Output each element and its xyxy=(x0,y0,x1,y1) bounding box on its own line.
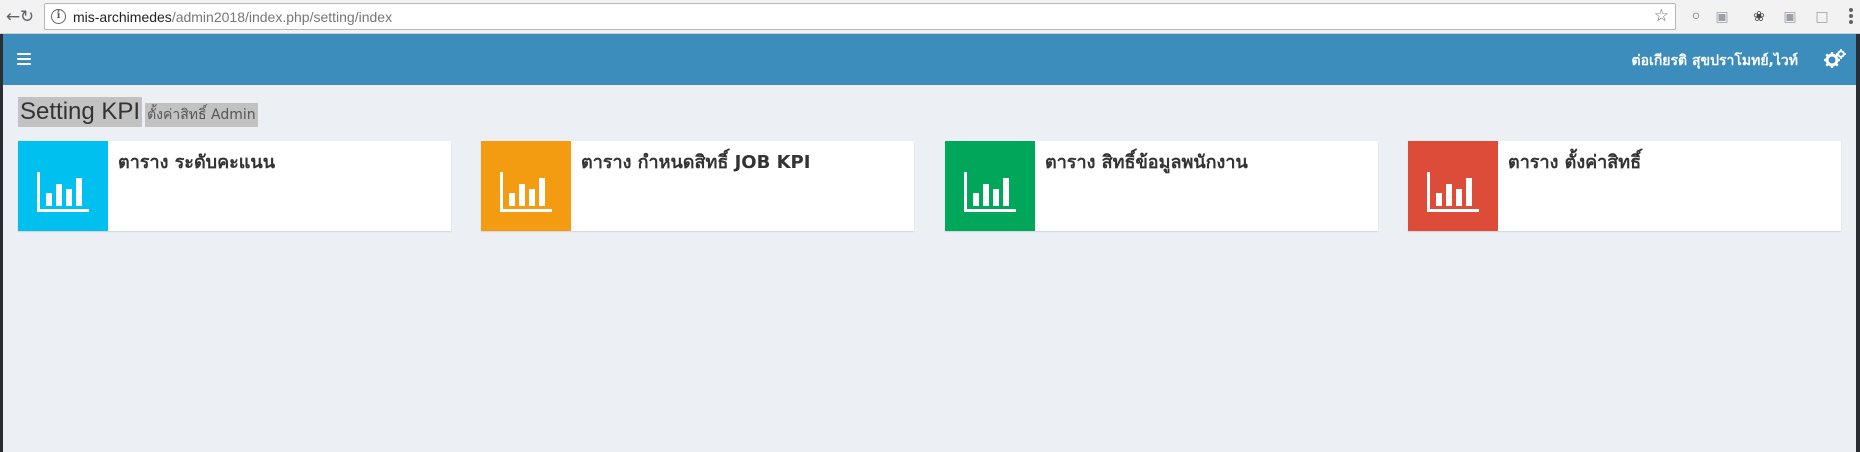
content-header: Setting KPI ตั้งค่าสิทธิ์ Admin xyxy=(18,97,258,129)
url-text[interactable]: mis-archimedes/admin2018/index.php/setti… xyxy=(73,9,392,25)
bar-chart-icon xyxy=(964,172,1016,212)
info-box-icon-area xyxy=(945,141,1035,231)
info-box[interactable]: ตาราง สิทธิ์ข้อมูลพนักงาน xyxy=(945,141,1378,231)
address-bar[interactable]: i mis-archimedes/admin2018/index.php/set… xyxy=(44,3,1676,30)
info-box-label[interactable]: ตาราง ตั้งค่าสิทธิ์ xyxy=(1508,147,1641,176)
sidebar-toggle-icon[interactable] xyxy=(17,53,31,65)
bar-chart-icon xyxy=(37,172,89,212)
browser-toolbar: ← ↻ i mis-archimedes/admin2018/index.php… xyxy=(0,0,1860,34)
menu-icon[interactable] xyxy=(1846,6,1856,28)
info-box[interactable]: ตาราง ระดับคะแนน xyxy=(18,141,451,231)
extension-icon[interactable]: ⚪ xyxy=(1686,7,1706,27)
bar-chart-icon xyxy=(500,172,552,212)
info-box-icon-area xyxy=(481,141,571,231)
info-box-label[interactable]: ตาราง กำหนดสิทธิ์ JOB KPI xyxy=(581,147,810,176)
main-header: ต่อเกียรติ สุขปราโมทย์,ไวท์ xyxy=(3,34,1856,85)
window-edge xyxy=(0,34,3,452)
reload-icon[interactable]: ↻ xyxy=(16,6,38,28)
extension-icon[interactable]: ❀ xyxy=(1749,7,1769,27)
extension-icon[interactable]: ▣ xyxy=(1780,7,1800,27)
info-box-icon-area xyxy=(18,141,108,231)
info-box[interactable]: ตาราง ตั้งค่าสิทธิ์ xyxy=(1408,141,1841,231)
star-icon[interactable]: ☆ xyxy=(1654,6,1669,26)
page-title: Setting KPI xyxy=(18,97,143,127)
info-box-label[interactable]: ตาราง สิทธิ์ข้อมูลพนักงาน xyxy=(1045,147,1248,176)
extension-icon[interactable]: □ xyxy=(1812,7,1832,27)
gears-icon[interactable] xyxy=(1824,49,1846,69)
info-box-label[interactable]: ตาราง ระดับคะแนน xyxy=(118,147,275,176)
info-box[interactable]: ตาราง กำหนดสิทธิ์ JOB KPI xyxy=(481,141,914,231)
info-box-icon-area xyxy=(1408,141,1498,231)
scrollbar[interactable] xyxy=(1856,34,1860,452)
bar-chart-icon xyxy=(1427,172,1479,212)
info-icon[interactable]: i xyxy=(51,9,66,24)
user-menu[interactable]: ต่อเกียรติ สุขปราโมทย์,ไวท์ xyxy=(1632,50,1798,72)
extension-icon[interactable]: ▣ xyxy=(1712,7,1732,27)
page-subtitle: ตั้งค่าสิทธิ์ Admin xyxy=(145,103,258,127)
